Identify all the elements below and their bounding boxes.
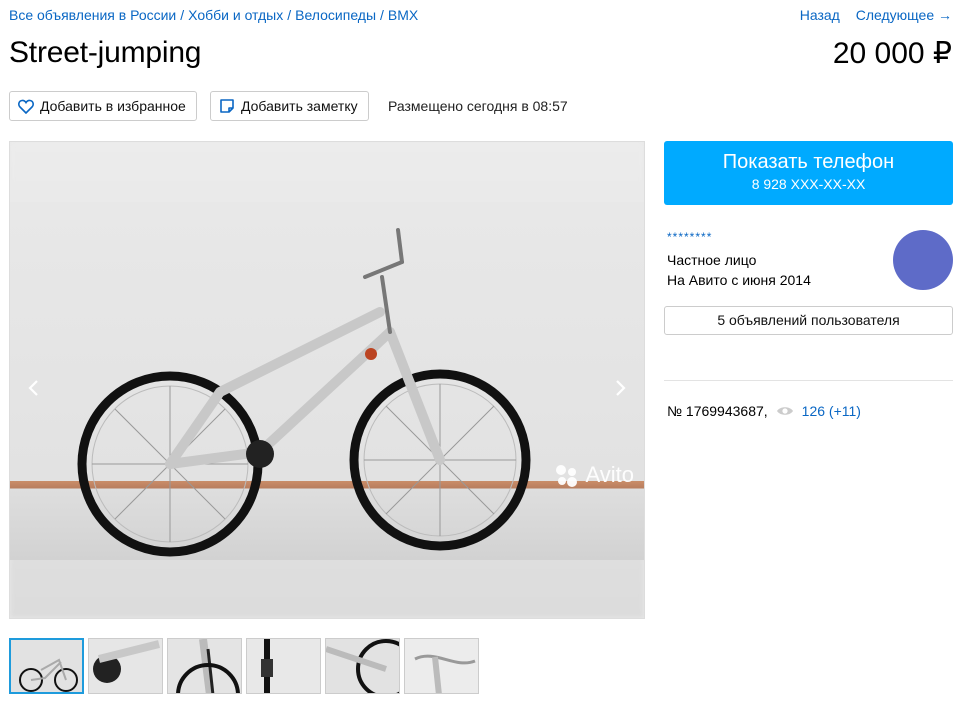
seller-type: Частное лицо: [667, 252, 757, 268]
back-link[interactable]: Назад: [800, 7, 840, 23]
view-count[interactable]: 126 (+11): [802, 403, 861, 419]
thumbnail-image: [247, 639, 320, 693]
add-note-button[interactable]: Добавить заметку: [210, 91, 369, 121]
add-to-favorites-label: Добавить в избранное: [40, 98, 186, 114]
gallery-next-button[interactable]: [614, 374, 628, 405]
listing-meta: № 1769943687, 126 (+11): [667, 403, 861, 419]
page-title: Street-jumping: [9, 36, 202, 69]
show-phone-label: Показать телефон: [722, 151, 895, 173]
thumbnail-6[interactable]: [404, 638, 479, 694]
seller-name-link[interactable]: ********: [667, 230, 712, 244]
add-to-favorites-button[interactable]: Добавить в избранное: [9, 91, 197, 121]
show-phone-button[interactable]: Показать телефон 8 928 XXX-XX-XX: [664, 141, 953, 205]
listing-number: № 1769943687,: [667, 403, 768, 419]
breadcrumb-separator: /: [287, 7, 292, 23]
thumbnail-2[interactable]: [88, 638, 163, 694]
heart-icon: [18, 99, 34, 114]
thumbnail-image: [11, 640, 82, 692]
gallery-prev-button[interactable]: [26, 374, 40, 405]
note-icon: [220, 99, 234, 113]
posted-date: Размещено сегодня в 08:57: [388, 98, 568, 114]
listing-price: 20 000 ₽: [832, 37, 952, 70]
seller-since: На Авито с июня 2014: [667, 272, 811, 288]
thumbnail-image: [326, 639, 399, 693]
breadcrumb-link-bicycles[interactable]: Велосипеды: [295, 7, 376, 23]
breadcrumb-link-hobby[interactable]: Хобби и отдых: [188, 7, 283, 23]
add-note-label: Добавить заметку: [241, 98, 358, 114]
main-photo[interactable]: Avito: [10, 202, 644, 560]
breadcrumb-link-bmx[interactable]: BMX: [388, 7, 418, 23]
chevron-left-icon: [28, 380, 38, 396]
next-link[interactable]: Следующее →: [856, 7, 952, 23]
photo-gallery[interactable]: Avito: [9, 141, 645, 619]
breadcrumb-separator: /: [380, 7, 384, 23]
thumbnail-image: [405, 639, 478, 693]
divider: [664, 380, 953, 381]
avito-watermark: Avito: [553, 462, 634, 488]
listing-navigation: Назад Следующее →: [788, 7, 952, 23]
eye-icon: [776, 407, 793, 415]
breadcrumb: Все объявления в России / Хобби и отдых / Ве…: [9, 7, 418, 23]
masked-phone-number: 8 928 XXX-XX-XX: [751, 176, 866, 192]
chevron-right-icon: [616, 380, 626, 396]
user-ads-button[interactable]: 5 объявлений пользователя: [664, 306, 953, 335]
avatar[interactable]: [893, 230, 953, 290]
breadcrumb-link-all[interactable]: Все объявления в России: [9, 7, 176, 23]
thumbnail-3[interactable]: [167, 638, 242, 694]
thumbnail-image: [168, 639, 241, 693]
avito-logo-icon: [556, 465, 578, 487]
avito-watermark-text: Avito: [585, 462, 634, 487]
thumbnail-5[interactable]: [325, 638, 400, 694]
thumbnail-image: [89, 639, 162, 693]
thumbnail-strip: [9, 638, 483, 694]
bicycle-image: [77, 228, 531, 557]
thumbnail-1[interactable]: [9, 638, 84, 694]
thumbnail-4[interactable]: [246, 638, 321, 694]
breadcrumb-separator: /: [180, 7, 185, 23]
